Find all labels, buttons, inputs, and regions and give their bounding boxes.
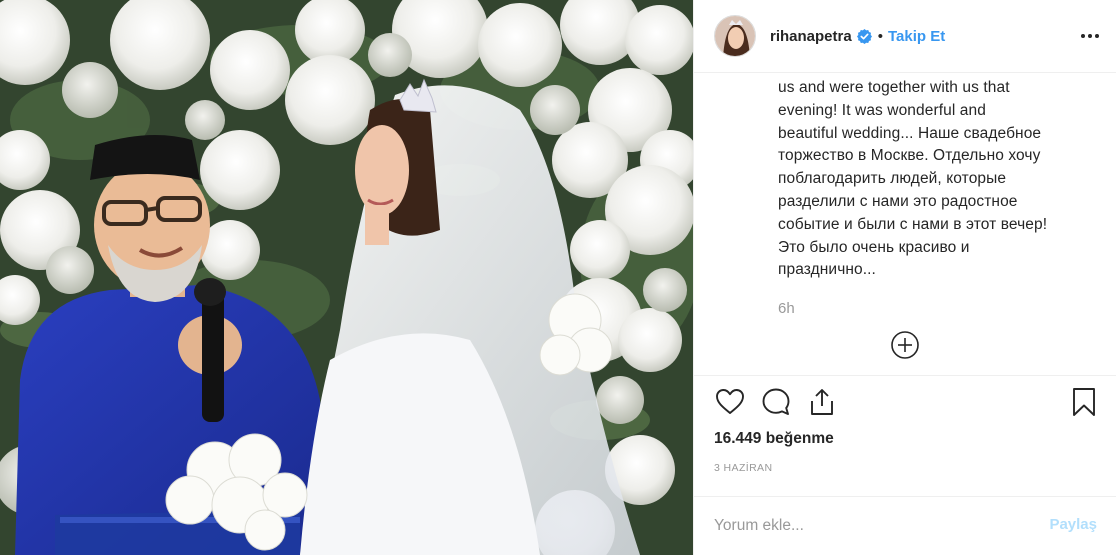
verified-badge-icon (856, 28, 872, 44)
like-count[interactable]: 16.449 beğenme (714, 430, 834, 448)
wedding-photo-image (0, 0, 693, 555)
comment-bubble-icon[interactable] (760, 386, 792, 418)
caption-line: us and were together with us that (778, 79, 1010, 96)
comments-scroll-area[interactable]: us and were together with us that evenin… (694, 72, 1116, 375)
more-options-icon[interactable] (1081, 28, 1099, 44)
post-header: rihanapetra • Takip Et (694, 0, 1116, 72)
share-upload-icon[interactable] (806, 386, 838, 418)
follow-button[interactable]: Takip Et (888, 28, 945, 45)
caption-line: событие и были с нами в этот вечер! (778, 215, 1048, 233)
caption-line: beautiful wedding... Наше свадебное (778, 124, 1042, 142)
post-caption: us and were together with us that evenin… (778, 77, 1050, 282)
caption-line: торжество в Москве. Отдельно хочу (778, 147, 1041, 165)
username-link[interactable]: rihanapetra (770, 28, 852, 45)
caption-line: празднично... (778, 261, 876, 279)
heart-icon[interactable] (714, 386, 746, 418)
comment-input[interactable] (714, 513, 1014, 539)
caption-line: evening! It was wonderful and (778, 101, 986, 119)
avatar[interactable] (714, 15, 756, 57)
caption-line: разделили с нами это радостное (778, 192, 1018, 210)
post-actions: 16.449 beğenme 3 HAZİRAN (694, 375, 1116, 490)
caption-timestamp[interactable]: 6h (778, 300, 795, 317)
caption-line: поблагодарить людей, которые (778, 170, 1007, 188)
post-side-panel: rihanapetra • Takip Et us and were toget… (693, 0, 1116, 555)
bookmark-icon[interactable] (1069, 386, 1099, 418)
post-photo[interactable] (0, 0, 693, 555)
add-comment-bar: Paylaş (694, 496, 1116, 555)
post-date[interactable]: 3 HAZİRAN (714, 462, 772, 474)
plus-circle-icon[interactable] (890, 330, 920, 360)
caption-line: Это было очень красиво и (778, 238, 970, 256)
separator-dot: • (877, 27, 883, 45)
post-comment-button[interactable]: Paylaş (1049, 516, 1097, 533)
avatar-image (715, 16, 755, 56)
